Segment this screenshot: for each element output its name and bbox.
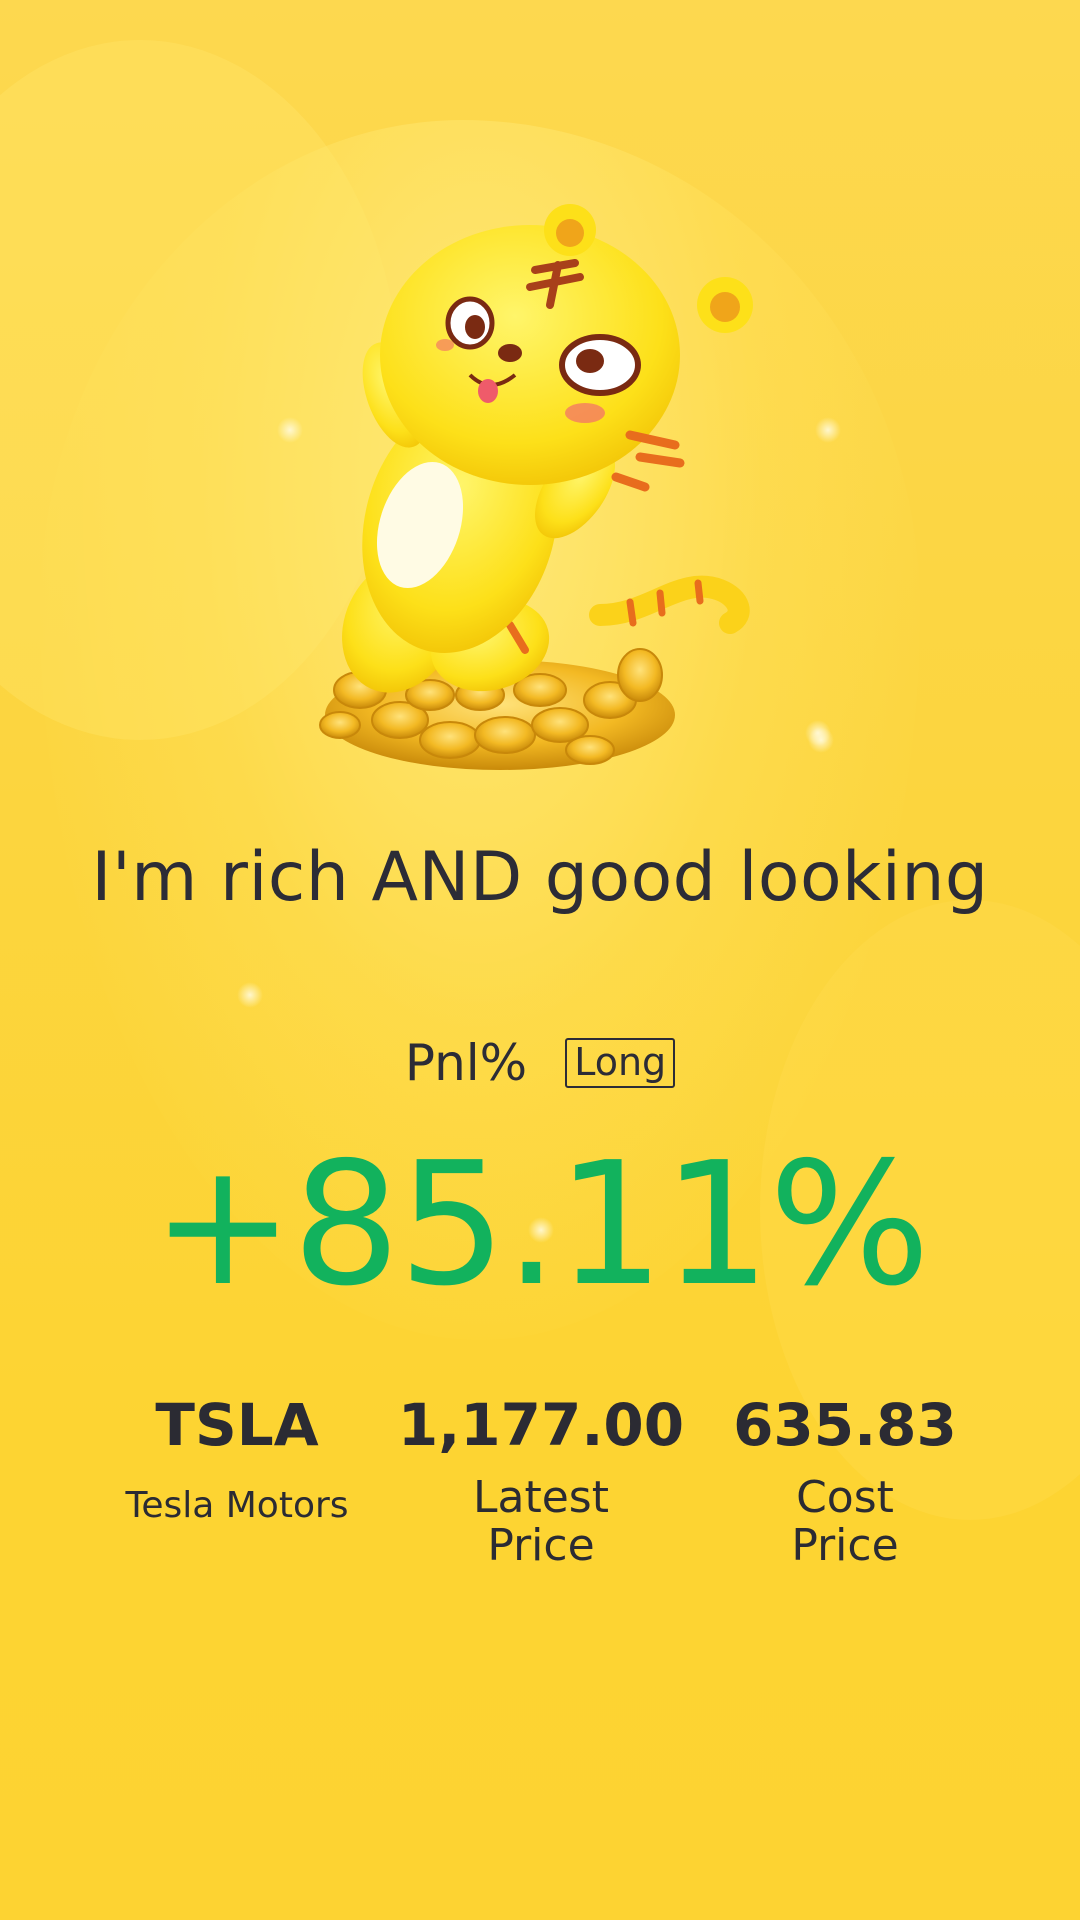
cost-price-label: Cost Price [685, 1474, 1005, 1570]
pnl-share-card: I'm rich AND good looking Pnl% Long +85.… [0, 0, 1080, 1920]
tiger-mascot-icon [319, 204, 753, 770]
cost-price-label-line1: Cost [796, 1472, 894, 1523]
share-headline: I'm rich AND good looking [91, 838, 989, 917]
sparkle [237, 982, 263, 1008]
stat-symbol: TSLA Tesla Motors [77, 1390, 397, 1530]
pnl-header: Pnl% Long [0, 1034, 1080, 1092]
sparkle [805, 720, 831, 746]
pnl-label: Pnl% [404, 1034, 528, 1092]
latest-price-value: 1,177.00 [397, 1391, 685, 1459]
latest-price-label: Latest Price [381, 1474, 701, 1570]
cost-price-label-line2: Price [791, 1520, 899, 1571]
pnl-percentage: +85.11% [151, 1126, 931, 1324]
stat-latest-price: 1,177.00 Latest Price [381, 1390, 701, 1570]
latest-price-label-line2: Price [487, 1520, 595, 1571]
cost-price-value: 635.83 [733, 1391, 957, 1459]
company-name: Tesla Motors [125, 1485, 349, 1526]
ticker-symbol: TSLA [155, 1391, 319, 1459]
sparkle [815, 417, 841, 443]
position-direction-badge: Long [565, 1038, 676, 1088]
latest-price-label-line1: Latest [473, 1472, 609, 1523]
stat-cost-price: 635.83 Cost Price [685, 1390, 1005, 1570]
